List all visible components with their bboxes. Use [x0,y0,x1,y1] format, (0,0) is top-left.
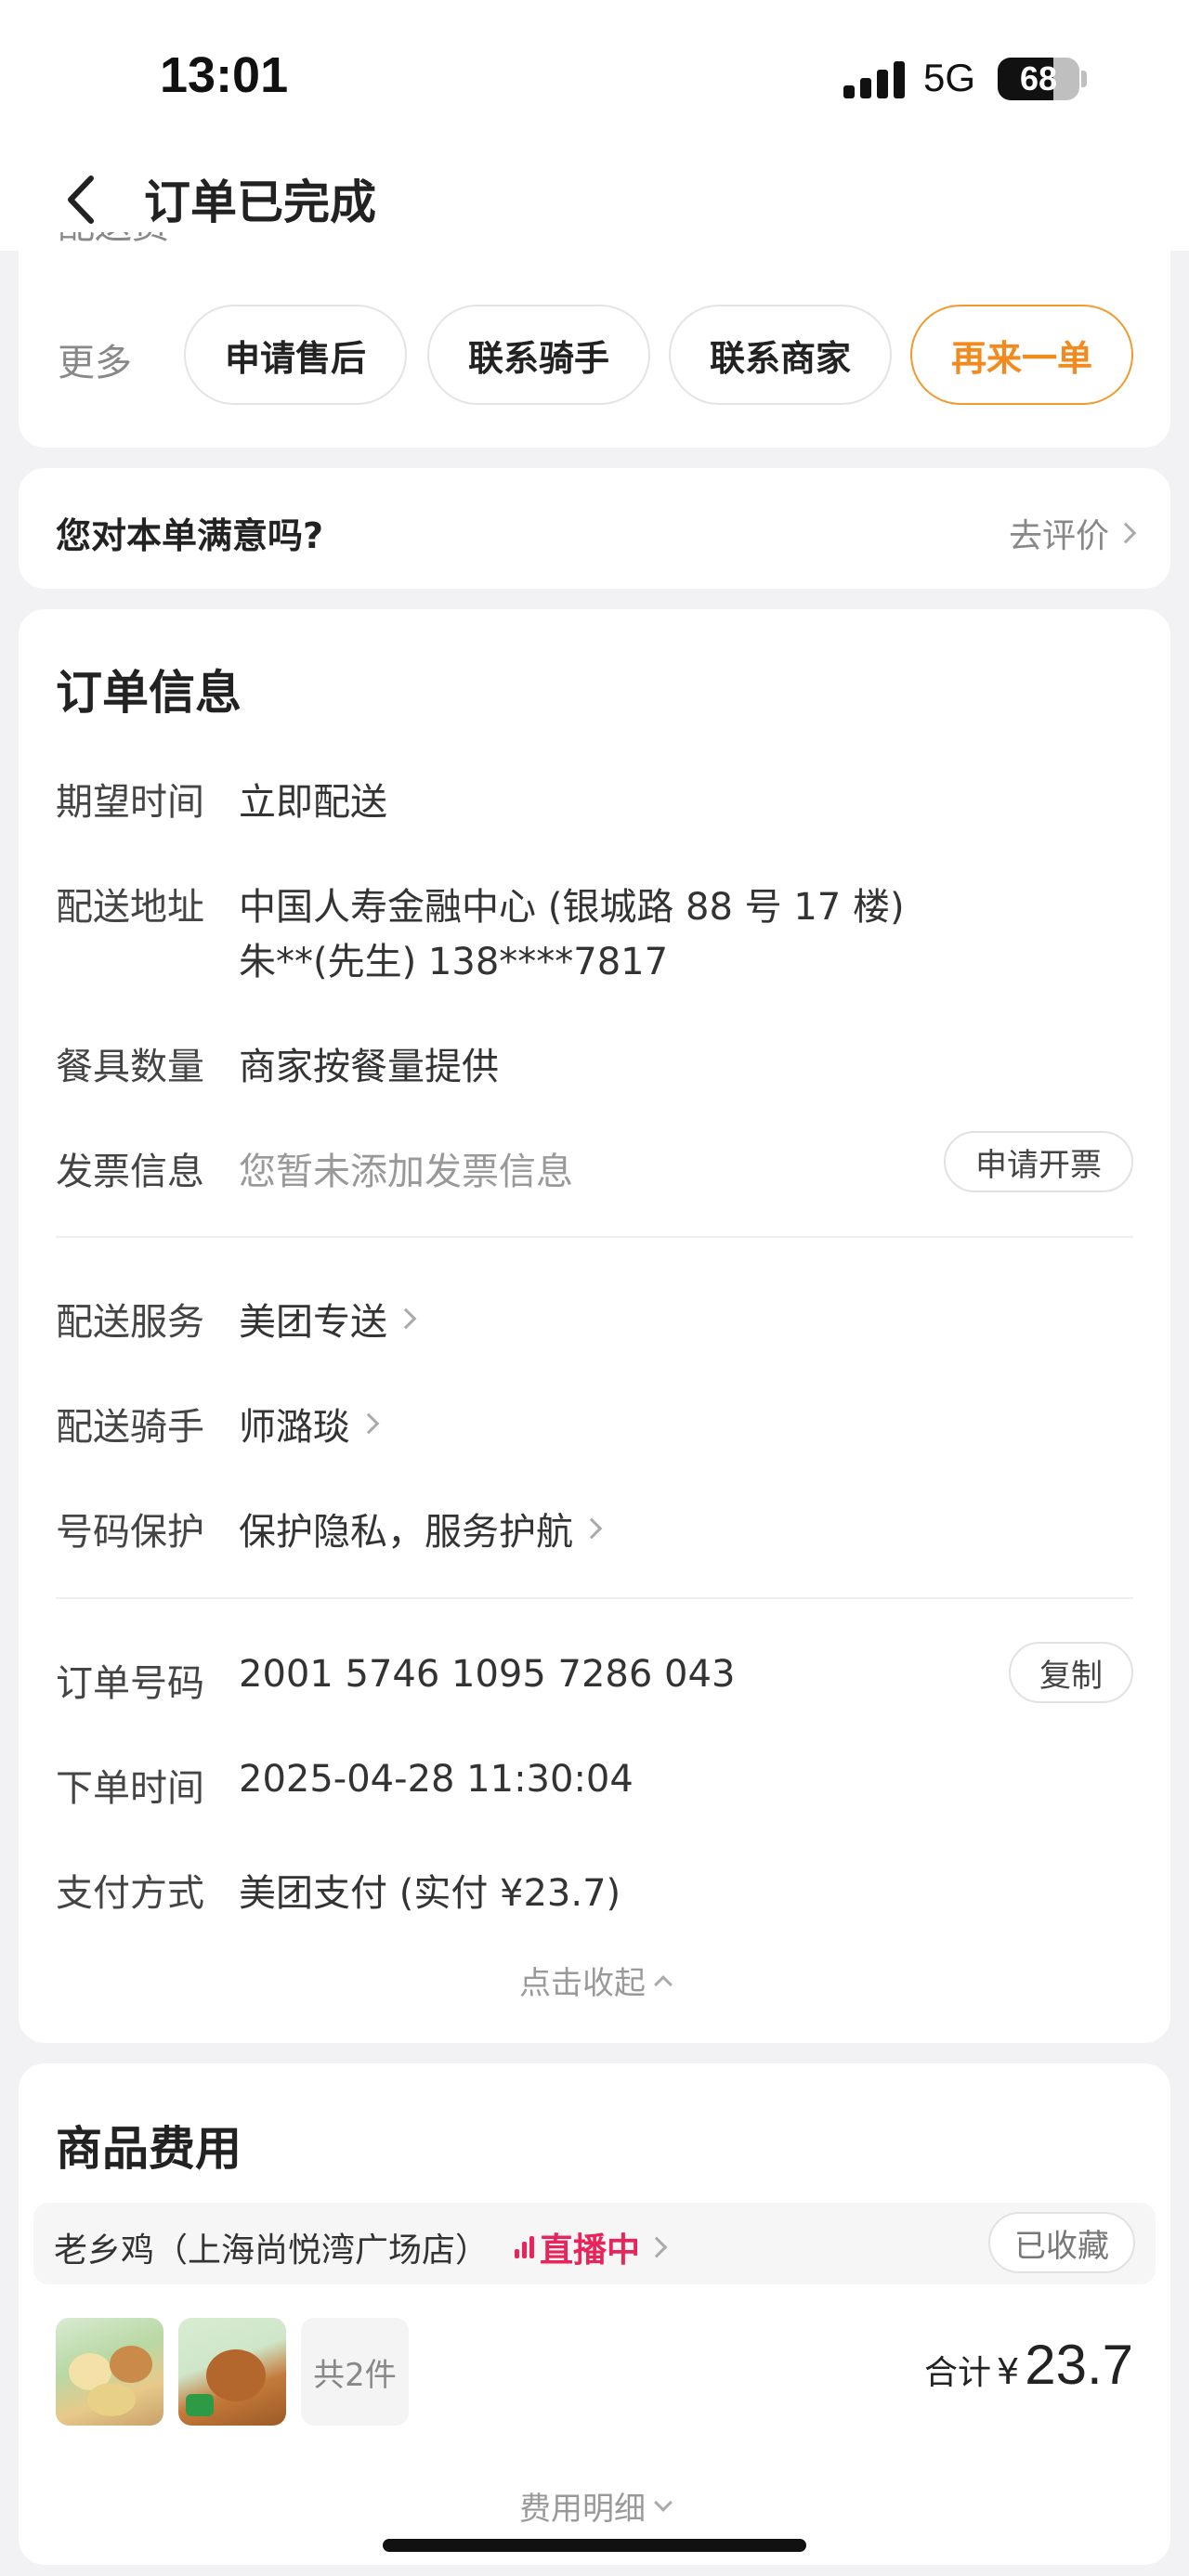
order-time-label: 下单时间 [56,1767,204,1810]
chevron-right-icon [581,1517,603,1540]
order-no-label: 订单号码 [56,1662,204,1705]
address-label: 配送地址 [56,886,204,929]
more-label: 更多 [58,342,132,384]
total-label: 合计 [924,2354,992,2392]
delivery-service-label: 配送服务 [56,1301,204,1344]
store-name: 老乡鸡（上海尚悦湾广场店） [54,2231,490,2270]
satisfaction-card: 您对本单满意吗? 去评价 [19,468,1170,589]
number-protect-value: 保护隐私，服务护航 [239,1511,573,1554]
apply-invoice-button[interactable]: 申请开票 [944,1131,1133,1192]
address-line2: 朱**(先生) 138****7817 [239,941,669,983]
chevron-right-icon [1115,522,1137,544]
reorder-button[interactable]: 再来一单 [910,305,1133,405]
page-title: 订单已完成 [144,176,376,229]
number-protect-label: 号码保护 [56,1511,204,1554]
live-label: 直播中 [540,2231,641,2270]
product-thumbnail-chicken[interactable] [178,2318,286,2426]
item-count[interactable]: 共2件 [301,2318,409,2426]
goods-card: 商品费用 老乡鸡（上海尚悦湾广场店） 直播中 已收藏 共2件 合计 ¥ 23.7… [19,2063,1170,2565]
address-line1: 中国人寿金融中心 (银城路 88 号 17 楼) [239,886,905,929]
action-card: 配送费 更多 申请售后 联系骑手 联系商家 再来一单 [19,232,1170,448]
status-bar: 13:01 5G 68 [0,0,1189,149]
chevron-down-icon [654,2492,673,2512]
invoice-value: 您暂未添加发票信息 [239,1151,573,1193]
goods-title: 商品费用 [56,2122,242,2176]
invoice-label: 发票信息 [56,1151,204,1193]
status-time: 13:01 [160,47,289,103]
order-time-value: 2025-04-28 11:30:04 [239,1758,634,1801]
expected-time-label: 期望时间 [56,781,204,824]
live-badge[interactable]: 直播中 [515,2223,668,2271]
chevron-right-icon [395,1308,417,1330]
satisfaction-question: 您对本单满意吗? [56,515,324,556]
chevron-right-icon [358,1412,380,1435]
divider [56,1236,1133,1238]
delivery-service-link[interactable]: 美团专送 [239,1292,417,1346]
tableware-value: 商家按餐量提供 [239,1046,499,1088]
live-icon [515,2236,534,2258]
expected-time-value: 立即配送 [239,781,387,824]
delivery-service-value: 美团专送 [239,1301,387,1344]
copy-order-no-button[interactable]: 复制 [1009,1642,1133,1703]
payment-label: 支付方式 [56,1872,204,1915]
battery-level: 68 [1019,59,1058,98]
collapse-button[interactable]: 点击收起 [19,1958,1170,2003]
battery-icon: 68 [998,58,1079,100]
home-indicator [383,2539,806,2552]
signal-icon [843,61,905,98]
back-icon[interactable] [54,167,110,232]
review-link-label: 去评价 [1008,517,1109,555]
rider-link[interactable]: 师潞琰 [239,1397,380,1451]
chevron-right-icon [646,2236,668,2258]
battery-tip [1081,71,1087,87]
divider [56,1597,1133,1599]
contact-merchant-button[interactable]: 联系商家 [669,305,892,405]
order-info-title: 订单信息 [56,666,242,720]
fee-detail-button[interactable]: 费用明细 [19,2483,1170,2529]
clipped-fee-label: 配送费 [58,232,169,249]
order-info-card: 订单信息 期望时间 立即配送 配送地址 中国人寿金融中心 (银城路 88 号 1… [19,609,1170,2043]
chevron-up-icon [654,1974,673,1994]
product-thumbnail-meal[interactable] [56,2318,163,2426]
favorited-button[interactable]: 已收藏 [988,2212,1135,2273]
review-link[interactable]: 去评价 [1008,509,1137,557]
order-total: 合计 ¥ 23.7 [924,2333,1133,2397]
order-no-value: 2001 5746 1095 7286 043 [239,1653,736,1696]
fee-detail-label: 费用明细 [519,2491,646,2528]
currency-symbol: ¥ [997,2351,1020,2392]
contact-rider-button[interactable]: 联系骑手 [427,305,650,405]
tableware-label: 餐具数量 [56,1046,204,1088]
rider-label: 配送骑手 [56,1406,204,1449]
store-row[interactable]: 老乡鸡（上海尚悦湾广场店） 直播中 已收藏 [33,2203,1156,2284]
rider-value: 师潞琰 [239,1406,350,1449]
payment-value: 美团支付 (实付 ¥23.7) [239,1872,621,1915]
after-sales-button[interactable]: 申请售后 [184,305,407,405]
network-label: 5G [923,56,976,99]
total-amount: 23.7 [1025,2334,1133,2396]
collapse-label: 点击收起 [519,1965,646,2002]
number-protect-link[interactable]: 保护隐私，服务护航 [239,1502,603,1555]
